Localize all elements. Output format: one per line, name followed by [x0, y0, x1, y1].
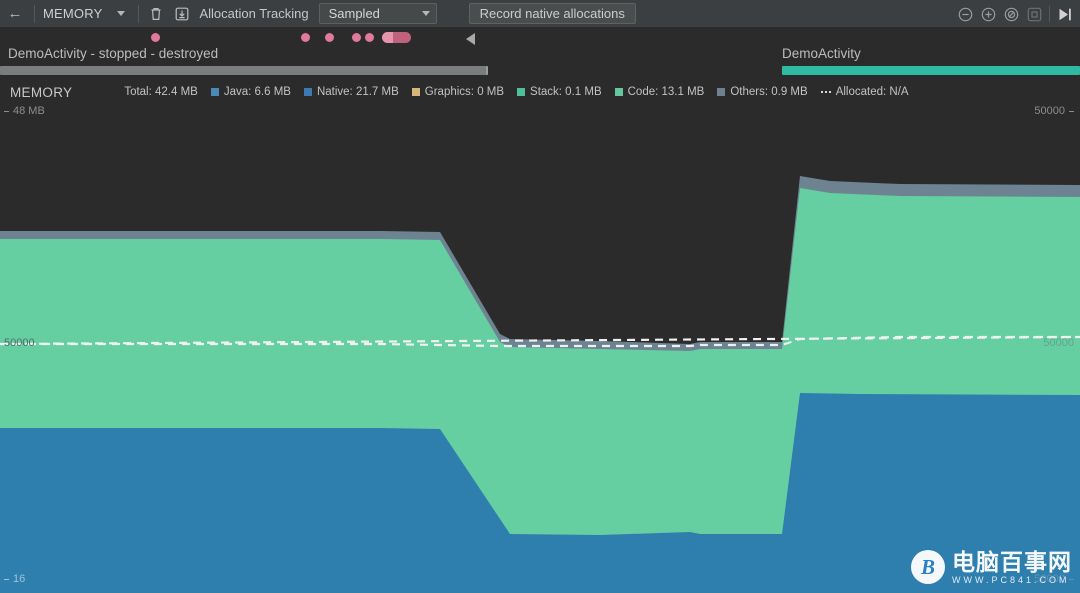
legend-swatch: [517, 88, 525, 96]
zoom-divider: [1049, 6, 1050, 22]
legend-label: Graphics: 0 MB: [425, 86, 504, 98]
legend-label: Total: 42.4 MB: [124, 86, 198, 98]
zoom-out-icon[interactable]: [954, 0, 977, 28]
profiler-title: MEMORY: [39, 6, 108, 21]
legend-label: Stack: 0.1 MB: [530, 86, 602, 98]
legend-label: Others: 0.9 MB: [730, 86, 807, 98]
legend-swatch-dashed: [821, 91, 831, 93]
memory-legend: MEMORY Total: 42.4 MB Java: 6.6 MB Nativ…: [0, 82, 1080, 102]
record-native-allocations-button[interactable]: Record native allocations: [469, 3, 636, 24]
watermark-en: WWW.PC841.COM: [952, 575, 1072, 585]
legend-label: Java: 6.6 MB: [224, 86, 291, 98]
right-activity-label: DemoActivity: [782, 46, 861, 61]
chart-svg: [0, 98, 1080, 593]
record-native-allocations-label: Record native allocations: [480, 6, 625, 21]
allocation-mode-value: Sampled: [329, 6, 380, 21]
chevron-down-icon[interactable]: [108, 0, 134, 28]
toolbar-divider-2: [138, 5, 139, 23]
legend-item-stack: Stack: 0.1 MB: [517, 86, 602, 98]
event-range-marker[interactable]: [382, 32, 411, 43]
event-activity-strip[interactable]: DemoActivity - stopped - destroyed DemoA…: [0, 28, 1080, 82]
legend-swatch: [717, 88, 725, 96]
zoom-to-selection-icon[interactable]: [1023, 0, 1046, 28]
legend-item-code: Code: 13.1 MB: [615, 86, 705, 98]
memory-area-chart[interactable]: [0, 98, 1080, 593]
legend-item-java: Java: 6.6 MB: [211, 86, 291, 98]
legend-swatch: [412, 88, 420, 96]
memory-profiler-window: ← MEMORY Allocation Tracking Sampled Rec…: [0, 0, 1080, 593]
zoom-in-icon[interactable]: [977, 0, 1000, 28]
allocation-mode-select[interactable]: Sampled: [319, 3, 437, 24]
legend-item-native: Native: 21.7 MB: [304, 86, 399, 98]
legend-section-title: MEMORY: [0, 85, 72, 100]
legend-swatch: [615, 88, 623, 96]
activity-lifecycle-bar[interactable]: [0, 66, 488, 75]
event-marker[interactable]: [151, 33, 160, 42]
event-marker[interactable]: [365, 33, 374, 42]
heap-dump-icon[interactable]: [169, 0, 195, 28]
legend-item-others: Others: 0.9 MB: [717, 86, 807, 98]
toolbar-divider: [34, 5, 35, 23]
legend-label: Native: 21.7 MB: [317, 86, 399, 98]
zoom-controls: [954, 0, 1076, 28]
collapse-left-icon[interactable]: [466, 33, 475, 45]
legend-item-graphics: Graphics: 0 MB: [412, 86, 504, 98]
event-marker[interactable]: [352, 33, 361, 42]
chevron-down-icon: [422, 11, 430, 16]
watermark: B 电脑百事网 WWW.PC841.COM: [911, 550, 1072, 585]
axis-label-mid-right: 50000: [1043, 337, 1074, 349]
watermark-cn: 电脑百事网: [952, 550, 1072, 574]
legend-label: Code: 13.1 MB: [628, 86, 705, 98]
legend-item-total: Total: 42.4 MB: [124, 86, 198, 98]
legend-items: Total: 42.4 MB Java: 6.6 MB Native: 21.7…: [124, 86, 921, 98]
legend-swatch: [211, 88, 219, 96]
trash-icon[interactable]: [143, 0, 169, 28]
reset-zoom-icon[interactable]: [1000, 0, 1023, 28]
back-icon[interactable]: ←: [0, 0, 30, 28]
axis-label-top-left: 48 MB: [4, 105, 45, 117]
legend-swatch: [304, 88, 312, 96]
event-marker[interactable]: [301, 33, 310, 42]
axis-label-bottom-left: 16: [4, 573, 25, 585]
legend-label: Allocated: N/A: [836, 86, 909, 98]
axis-label-mid-left: 50000: [4, 337, 35, 349]
axis-label-top-right: 50000: [1034, 105, 1074, 117]
legend-item-allocated: Allocated: N/A: [821, 86, 909, 98]
event-marker[interactable]: [325, 33, 334, 42]
watermark-text: 电脑百事网 WWW.PC841.COM: [952, 550, 1072, 585]
jump-to-live-icon[interactable]: [1053, 0, 1076, 28]
left-activity-label: DemoActivity - stopped - destroyed: [8, 46, 218, 61]
watermark-logo-icon: B: [911, 550, 945, 584]
profiler-toolbar: ← MEMORY Allocation Tracking Sampled Rec…: [0, 0, 1080, 28]
activity-lifecycle-bar[interactable]: [782, 66, 1080, 75]
allocation-tracking-label: Allocation Tracking: [195, 6, 316, 21]
